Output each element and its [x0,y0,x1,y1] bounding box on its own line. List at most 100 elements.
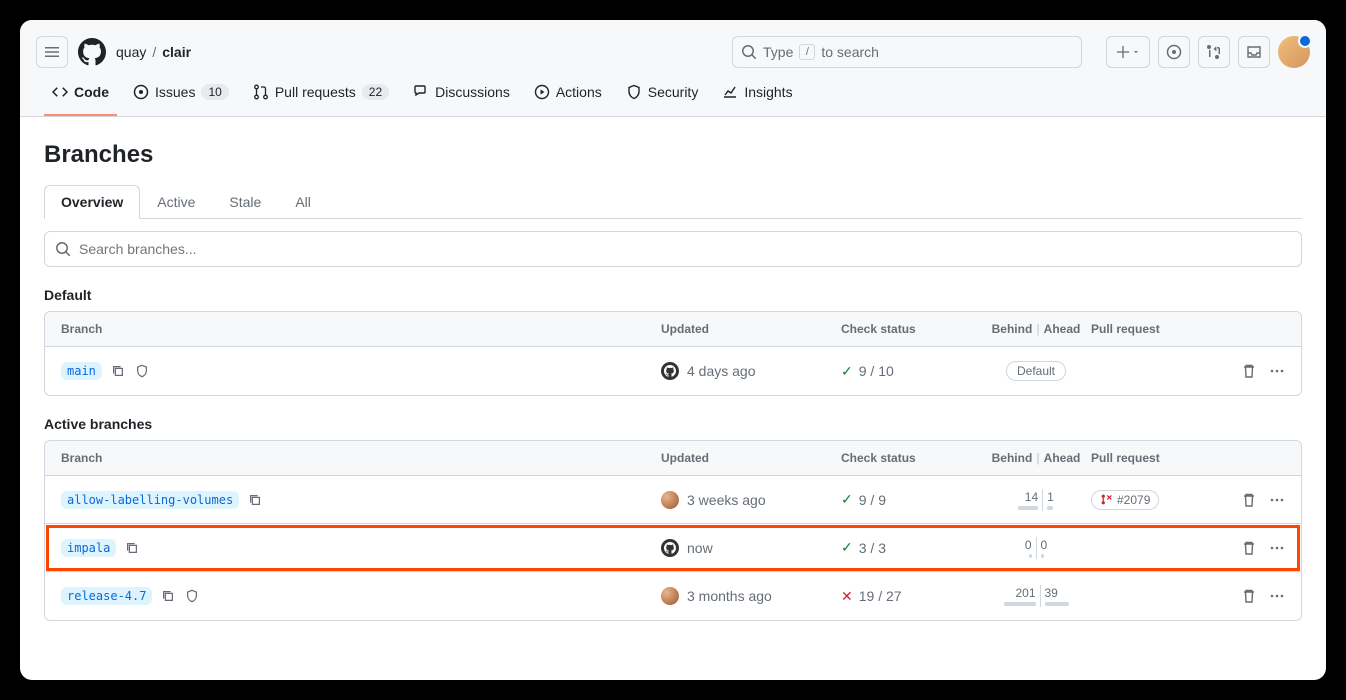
breadcrumb-repo[interactable]: clair [162,44,191,60]
branch-search-field[interactable] [79,241,1291,257]
repo-tabs: Code Issues 10 Pull requests 22 Discussi… [36,76,1310,116]
section-active-title: Active branches [44,416,1302,432]
tab-security[interactable]: Security [618,76,707,116]
behind-ahead-widget: 201 39 [1000,585,1073,607]
trash-icon[interactable] [1241,540,1257,556]
behind-count: 0 [1025,538,1032,552]
pr-link-chip[interactable]: #2079 [1091,490,1159,510]
user-avatar[interactable] [1278,36,1310,68]
updated-text: 3 weeks ago [687,492,766,508]
trash-icon[interactable] [1241,363,1257,379]
issue-opened-icon [133,84,149,100]
col-check: Check status [841,322,981,336]
author-avatar-icon [661,491,679,509]
branch-tab-overview[interactable]: Overview [44,185,140,219]
table-row: impala now ✓ 3 / 3 00 [45,524,1301,572]
col-branch: Branch [61,322,661,336]
branch-search-input[interactable] [44,231,1302,267]
pull-request-icon [1206,44,1222,60]
trash-icon[interactable] [1241,588,1257,604]
copy-icon[interactable] [110,363,126,379]
kebab-icon[interactable] [1269,588,1285,604]
add-menu-button[interactable] [1106,36,1150,68]
pr-number: #2079 [1117,493,1150,507]
table-header: Branch Updated Check status Behind|Ahead… [45,441,1301,476]
breadcrumb: quay / clair [116,44,191,60]
graph-icon [722,84,738,100]
hamburger-menu-button[interactable] [36,36,68,68]
pull-requests-button[interactable] [1198,36,1230,68]
col-behind-ahead: Behind|Ahead [981,451,1091,465]
check-ok-icon: ✓ [841,539,853,556]
caret-down-icon [1132,48,1140,56]
updated-text: 3 months ago [687,588,772,604]
check-fail-icon: ✕ [841,588,853,605]
pr-closed-icon [1100,493,1113,506]
breadcrumb-owner[interactable]: quay [116,44,146,60]
issues-button[interactable] [1158,36,1190,68]
breadcrumb-separator: / [152,44,156,60]
tab-insights[interactable]: Insights [714,76,800,116]
default-badge: Default [1006,361,1066,381]
tab-code[interactable]: Code [44,76,117,116]
github-logo-icon[interactable] [76,36,108,68]
branch-tabs: Overview Active Stale All [44,185,1302,219]
kebab-icon[interactable] [1269,540,1285,556]
behind-count: 201 [1015,586,1035,600]
col-updated: Updated [661,322,841,336]
updated-text: now [687,540,713,556]
copy-icon[interactable] [247,492,263,508]
tab-issues-label: Issues [155,84,195,100]
branch-name-chip[interactable]: main [61,362,102,380]
copy-icon[interactable] [124,540,140,556]
pull-request-icon [253,84,269,100]
play-icon [534,84,550,100]
inbox-icon [1246,44,1262,60]
kebab-icon[interactable] [1269,492,1285,508]
col-branch: Branch [61,451,661,465]
search-icon [55,241,71,257]
tab-pull-requests[interactable]: Pull requests 22 [245,76,397,116]
branch-name-chip[interactable]: impala [61,539,116,557]
tab-issues[interactable]: Issues 10 [125,76,237,116]
search-slash-key: / [799,44,815,60]
ahead-count: 39 [1045,586,1058,600]
tab-pulls-count: 22 [362,84,389,100]
branch-name-chip[interactable]: allow-labelling-volumes [61,491,239,509]
copy-icon[interactable] [160,588,176,604]
trash-icon[interactable] [1241,492,1257,508]
col-pr: Pull request [1091,322,1211,336]
search-placeholder-post: to search [821,44,879,60]
tab-issues-count: 10 [201,84,228,100]
ahead-count: 0 [1041,538,1048,552]
tab-actions[interactable]: Actions [526,76,610,116]
shield-icon [134,363,150,379]
page-title: Branches [44,141,1302,169]
branch-tab-all[interactable]: All [278,185,328,219]
col-updated: Updated [661,451,841,465]
tab-actions-label: Actions [556,84,602,100]
global-search-input[interactable]: Type / to search [732,36,1082,68]
tab-discussions[interactable]: Discussions [405,76,518,116]
table-row: allow-labelling-volumes3 weeks ago✓9 / 9… [45,476,1301,524]
search-placeholder-pre: Type [763,44,793,60]
topbar: quay / clair Type / to search [20,20,1326,117]
default-branch-table: Branch Updated Check status Behind|Ahead… [44,311,1302,396]
tab-pulls-label: Pull requests [275,84,356,100]
behind-count: 14 [1025,490,1038,504]
kebab-icon[interactable] [1269,363,1285,379]
check-status-text: 3 / 3 [859,540,886,556]
shield-icon [184,588,200,604]
inbox-button[interactable] [1238,36,1270,68]
col-behind-ahead: Behind|Ahead [981,322,1091,336]
branch-name-chip[interactable]: release-4.7 [61,587,152,605]
author-avatar-icon [661,539,679,557]
branch-tab-stale[interactable]: Stale [212,185,278,219]
discussions-icon [413,84,429,100]
branch-tab-active[interactable]: Active [140,185,212,219]
table-row: release-4.73 months ago✕19 / 2720139 [45,572,1301,620]
behind-ahead-widget: 00 [1021,537,1051,559]
author-avatar-icon [661,362,679,380]
check-status-text: 9 / 10 [859,363,894,379]
tab-insights-label: Insights [744,84,792,100]
